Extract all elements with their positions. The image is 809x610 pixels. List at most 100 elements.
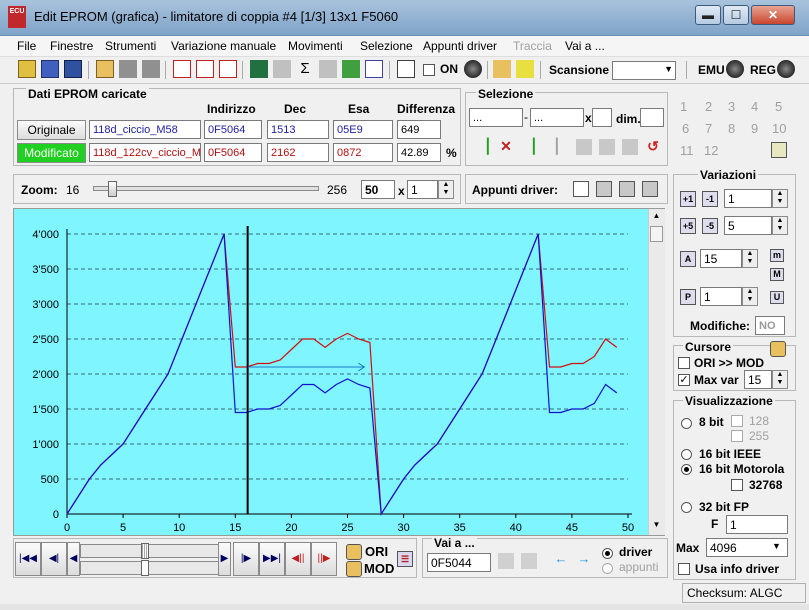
- next-button[interactable]: |▶: [233, 542, 259, 576]
- modificato-address-field[interactable]: 0F5064: [204, 143, 262, 162]
- clipboard-icon[interactable]: [771, 142, 787, 158]
- sum-icon[interactable]: Σ: [296, 60, 314, 78]
- scansione-select[interactable]: ▼: [612, 61, 676, 80]
- big-m-icon[interactable]: M: [770, 268, 784, 281]
- menu-traccia[interactable]: Traccia: [513, 39, 552, 53]
- modificato-hex-field[interactable]: 0872: [333, 143, 393, 162]
- appunti-paste-all-icon[interactable]: [619, 181, 635, 197]
- radio-appunti[interactable]: [602, 563, 613, 574]
- appunti-paste-icon[interactable]: [596, 181, 612, 197]
- calculator-icon[interactable]: [250, 60, 268, 78]
- variazione-p-spinner[interactable]: ▲ ▼: [742, 287, 758, 306]
- chart-scrollbar[interactable]: [648, 209, 665, 535]
- minus-1-icon[interactable]: -1: [702, 191, 718, 207]
- compare-icon[interactable]: [196, 60, 214, 78]
- menu-vai-a[interactable]: Vai a ...: [565, 39, 605, 53]
- lock-icon[interactable]: [493, 60, 511, 78]
- numpad-2[interactable]: 2: [705, 99, 712, 114]
- numpad-12[interactable]: 12: [704, 143, 718, 158]
- prev-button[interactable]: ◀|: [41, 542, 67, 576]
- plus-1-icon[interactable]: +1: [680, 191, 696, 207]
- numpad-1[interactable]: 1: [680, 99, 687, 114]
- menu-file[interactable]: File: [17, 39, 36, 53]
- eprom-icon[interactable]: [41, 60, 59, 78]
- position-slider-top-thumb[interactable]: [141, 543, 149, 559]
- menu-finestre[interactable]: Finestre: [50, 39, 93, 53]
- zoom-slider-thumb[interactable]: [108, 181, 118, 197]
- originale-dec-field[interactable]: 1513: [267, 120, 329, 139]
- position-slider-top[interactable]: [80, 544, 230, 558]
- zoom-slider-track[interactable]: [93, 186, 319, 191]
- selezione-dim-field[interactable]: [640, 108, 664, 127]
- usa-info-checkbox[interactable]: [678, 563, 690, 575]
- menu-selezione[interactable]: Selezione: [360, 39, 413, 53]
- windows-icon[interactable]: [64, 60, 82, 78]
- radio-32bit-fp[interactable]: [681, 502, 692, 513]
- zoom-value-field[interactable]: 50: [361, 180, 395, 199]
- goto-icon[interactable]: [498, 553, 514, 569]
- checklist-icon[interactable]: [173, 60, 191, 78]
- page-prev-button[interactable]: ◀: [67, 542, 80, 576]
- plus-5-icon[interactable]: +5: [680, 218, 696, 234]
- numpad-7[interactable]: 7: [705, 121, 712, 136]
- scroll-down-arrow[interactable]: ▼: [650, 520, 663, 534]
- position-slider-bottom-thumb[interactable]: [141, 560, 149, 576]
- maximize-button[interactable]: ☐: [723, 5, 749, 25]
- appunti-copy-icon[interactable]: [573, 181, 589, 197]
- numpad-10[interactable]: 10: [772, 121, 786, 136]
- u-icon[interactable]: U: [770, 291, 784, 304]
- save-icon[interactable]: [119, 60, 137, 78]
- menu-variazione-manuale[interactable]: Variazione manuale: [171, 39, 276, 53]
- table-icon[interactable]: [397, 60, 415, 78]
- variazione-percent-field[interactable]: 15: [700, 249, 742, 268]
- radio-8bit[interactable]: [681, 418, 692, 429]
- originale-name-field[interactable]: 118d_ciccio_M58: [89, 120, 201, 139]
- modificato-button[interactable]: Modificato: [17, 143, 86, 163]
- open-folder-icon[interactable]: [96, 60, 114, 78]
- maxvar-field[interactable]: 15: [744, 370, 772, 389]
- modificato-name-field[interactable]: 118d_122cv_ciccio_M: [89, 143, 201, 162]
- copy-icon[interactable]: [576, 139, 592, 155]
- minimize-button[interactable]: ▬: [695, 5, 721, 25]
- eprom-line-chart[interactable]: 0 500 1'000 1'500 2'000 2'500 3'000 3'500 4'000 0…: [14, 209, 648, 535]
- chk-128[interactable]: [731, 415, 743, 427]
- menu-appunti-driver[interactable]: Appunti driver: [423, 39, 497, 53]
- vai-address-field[interactable]: 0F5044: [427, 553, 491, 572]
- originale-hex-field[interactable]: 05E9: [333, 120, 393, 139]
- edit-icon[interactable]: [273, 60, 291, 78]
- cursore-lock-icon[interactable]: [770, 341, 786, 357]
- select-clear-icon[interactable]: ✕: [498, 139, 514, 155]
- paste-icon[interactable]: [599, 139, 615, 155]
- f-select[interactable]: 1: [726, 515, 788, 534]
- select-range-icon[interactable]: ▕: [544, 139, 560, 155]
- m-icon[interactable]: m: [770, 249, 784, 262]
- selezione-from-field[interactable]: ...: [469, 108, 523, 127]
- max-select-arrow-icon[interactable]: ▼: [772, 541, 781, 551]
- selezione-x-field[interactable]: [592, 108, 612, 127]
- menu-strumenti[interactable]: Strumenti: [105, 39, 156, 53]
- next-map-button[interactable]: ||▶: [311, 542, 337, 576]
- scroll-thumb[interactable]: [650, 226, 663, 242]
- mod-lock-icon[interactable]: [346, 561, 362, 577]
- numpad-5[interactable]: 5: [775, 99, 782, 114]
- modificato-dec-field[interactable]: 2162: [267, 143, 329, 162]
- variazione-percent-spinner[interactable]: ▲ ▼: [742, 249, 758, 268]
- minus-5-icon[interactable]: -5: [702, 218, 718, 234]
- multiply-icon[interactable]: [319, 60, 337, 78]
- numpad-9[interactable]: 9: [751, 121, 758, 136]
- run-icon[interactable]: [516, 60, 534, 78]
- selezione-to-field[interactable]: ...: [530, 108, 584, 127]
- appunti-clear-icon[interactable]: [642, 181, 658, 197]
- zoom-factor-spinner[interactable]: ▲ ▼: [438, 180, 454, 199]
- radio-16bit-motorola[interactable]: [681, 464, 692, 475]
- first-button[interactable]: |◀◀: [15, 542, 41, 576]
- numpad-3[interactable]: 3: [728, 99, 735, 114]
- numpad-11[interactable]: 11: [680, 143, 694, 158]
- close-button[interactable]: ✕: [751, 5, 795, 25]
- numpad-8[interactable]: 8: [728, 121, 735, 136]
- maxvar-spinner[interactable]: ▲ ▼: [772, 370, 788, 389]
- color-icon[interactable]: [342, 60, 360, 78]
- p-icon[interactable]: P: [680, 289, 696, 305]
- goto-end-icon[interactable]: [521, 553, 537, 569]
- radio-16bit-ieee[interactable]: [681, 449, 692, 460]
